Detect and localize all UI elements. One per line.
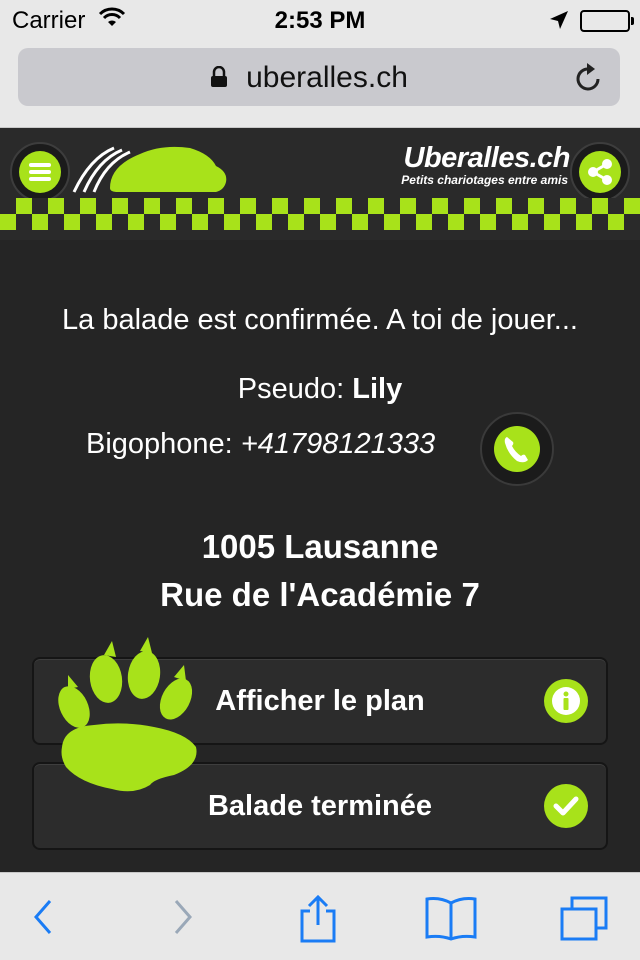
paw-icon — [54, 635, 204, 800]
pseudo-label: Pseudo: — [237, 373, 345, 405]
menu-button[interactable] — [10, 142, 70, 202]
confirmation-message: La balade est confirmée. A toi de jouer.… — [62, 304, 578, 336]
status-bar: Carrier 2:53 PM — [0, 0, 640, 40]
forward-icon[interactable] — [168, 895, 198, 944]
share-upload-icon[interactable] — [296, 894, 340, 950]
checkered-stripe — [0, 198, 640, 230]
phone-value: +41798121333 — [240, 428, 436, 460]
info-icon — [544, 679, 588, 723]
status-time: 2:53 PM — [274, 7, 366, 34]
url-text: uberalles.ch — [246, 61, 408, 94]
share-button[interactable] — [570, 142, 630, 202]
back-icon[interactable] — [28, 895, 58, 944]
phone-line: Bigophone: +41798121333 — [86, 428, 435, 461]
phone-icon — [494, 426, 540, 472]
browser-toolbar — [0, 872, 640, 960]
address-line-1: 1005 Lausanne — [201, 528, 439, 565]
brand-title: Uberalles.ch — [403, 142, 571, 174]
reload-icon[interactable] — [574, 61, 604, 98]
site-header: Uberalles.ch Petits chariotages entre am… — [0, 128, 640, 240]
checkmark-icon — [544, 784, 588, 828]
pseudo-line: Pseudo: Lily — [0, 373, 640, 406]
tabs-icon[interactable] — [558, 895, 610, 948]
call-button[interactable] — [480, 412, 554, 486]
address-line-2: Rue de l'Académie 7 — [160, 576, 480, 613]
battery-icon — [580, 10, 634, 32]
pseudo-value: Lily — [352, 373, 403, 405]
car-logo-icon — [70, 138, 230, 203]
main-content: La balade est confirmée. A toi de jouer.… — [0, 240, 640, 872]
menu-icon — [19, 151, 61, 193]
browser-url-area: uberalles.ch — [0, 40, 640, 128]
brand-tagline: Petits chariotages entre amis — [401, 173, 568, 187]
phone-label: Bigophone: — [86, 428, 233, 460]
bookmarks-icon[interactable] — [424, 895, 478, 946]
address-bar[interactable]: uberalles.ch — [18, 48, 620, 106]
location-arrow-icon — [548, 9, 570, 38]
share-icon — [579, 151, 621, 193]
